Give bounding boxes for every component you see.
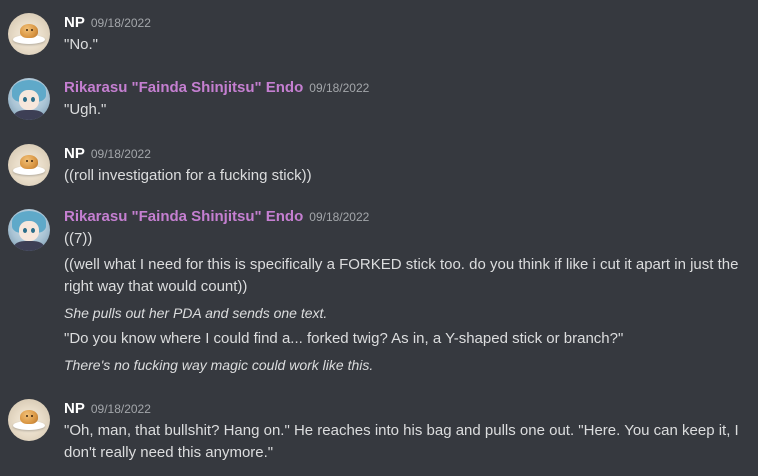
np-avatar[interactable] xyxy=(8,13,50,55)
username[interactable]: Rikarasu "Fainda Shinjitsu" Endo xyxy=(64,79,303,96)
message-text: "Do you know where I could find a... for… xyxy=(64,330,624,347)
username[interactable]: Rikarasu "Fainda Shinjitsu" Endo xyxy=(64,208,303,225)
timestamp: 09/18/2022 xyxy=(309,81,370,95)
message-header: Rikarasu "Fainda Shinjitsu" Endo 09/18/20… xyxy=(64,206,750,228)
message-text: "No." xyxy=(64,36,98,53)
username[interactable]: NP xyxy=(64,145,85,162)
np-avatar[interactable] xyxy=(8,399,50,441)
message-header: Rikarasu "Fainda Shinjitsu" Endo 09/18/20… xyxy=(64,77,750,99)
message-header: NP 09/18/2022 xyxy=(64,398,750,420)
np-avatar[interactable] xyxy=(8,144,50,186)
message-text: "Oh, man, that bullshit? Hang on." He re… xyxy=(64,422,743,461)
username[interactable]: NP xyxy=(64,400,85,417)
timestamp: 09/18/2022 xyxy=(90,402,151,416)
message-text-italic: She pulls out her PDA and sends one text… xyxy=(64,305,328,321)
rikarasu-avatar[interactable] xyxy=(8,209,50,251)
message-text: "Ugh." xyxy=(64,101,107,118)
timestamp: 09/18/2022 xyxy=(90,16,151,30)
rikarasu-avatar[interactable] xyxy=(8,78,50,120)
chat-message-list: NP 09/18/2022 "No." Rikarasu "Fainda Shin… xyxy=(0,0,758,476)
username[interactable]: NP xyxy=(64,14,85,31)
message-text: ((7)) xyxy=(64,230,93,247)
message-header: NP 09/18/2022 xyxy=(64,12,750,34)
timestamp: 09/18/2022 xyxy=(309,210,370,224)
message-text: ((well what I need for this is specifica… xyxy=(64,256,743,295)
message-header: NP 09/18/2022 xyxy=(64,143,750,165)
message-text-italic: There's no fucking way magic could work … xyxy=(64,357,374,373)
message-text: ((roll investigation for a fucking stick… xyxy=(64,167,312,184)
timestamp: 09/18/2022 xyxy=(90,147,151,161)
